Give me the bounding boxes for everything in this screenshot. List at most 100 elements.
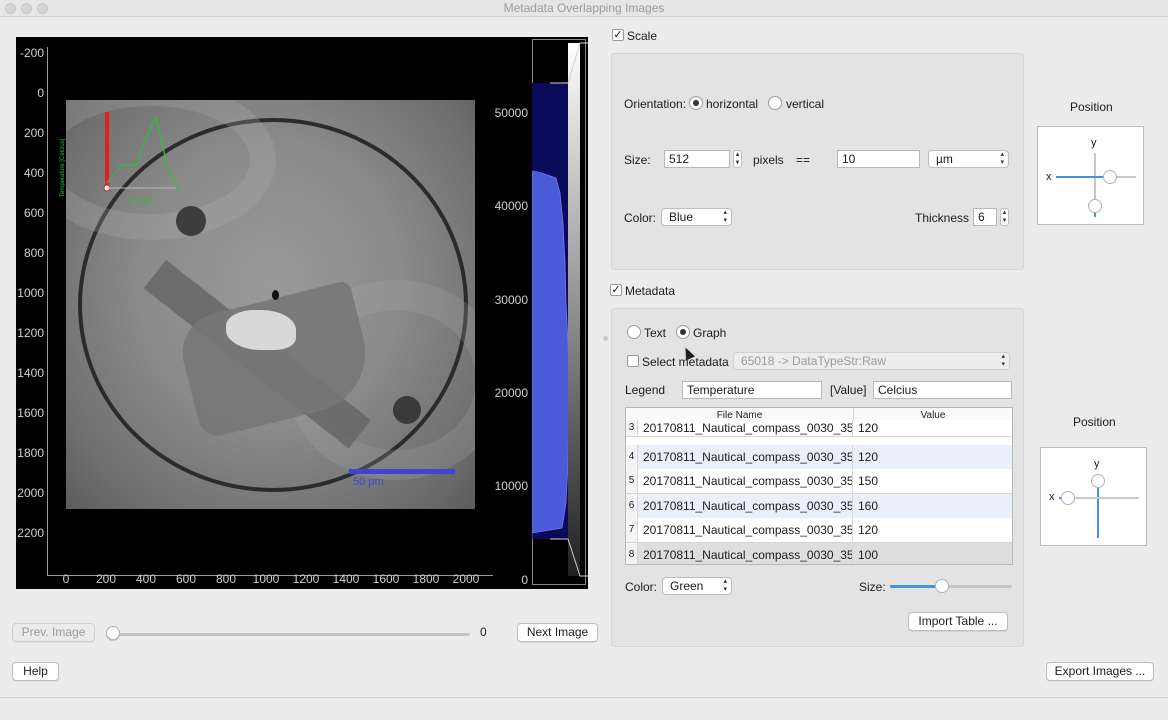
- scale-checkbox[interactable]: ✓: [612, 29, 624, 41]
- scale-pos-x-knob[interactable]: [1103, 170, 1117, 184]
- scale-size-stepper[interactable]: ▲ ▼: [733, 150, 742, 168]
- metadata-table[interactable]: File Name Value 3 20170811_Nautical_compa…: [625, 407, 1013, 565]
- mode-graph-radio[interactable]: [676, 325, 690, 339]
- scale-length-input[interactable]: 10: [837, 150, 920, 168]
- x-tick-label: 800: [215, 572, 237, 586]
- row-index: 3: [626, 420, 638, 436]
- graph-size-slider-knob[interactable]: [935, 579, 950, 593]
- meta-pos-y-knob[interactable]: [1091, 474, 1105, 488]
- scale-size-label: Size:: [624, 153, 651, 167]
- x-tick-label: 1600: [372, 572, 400, 586]
- histogram-tick-label: 50000: [494, 106, 528, 120]
- image-slider-track[interactable]: [112, 633, 470, 636]
- orientation-vertical-label: vertical: [786, 97, 825, 111]
- row-value: 160: [858, 498, 879, 513]
- scale-size-input[interactable]: 512: [664, 150, 730, 168]
- metadata-tag-select[interactable]: 65018 -> DataTypeStr:Raw: [733, 352, 1010, 370]
- zoom-window-icon[interactable]: [37, 3, 48, 14]
- table-row[interactable]: 6 20170811_Nautical_compass_0030_357... 16…: [626, 493, 1012, 519]
- overlay-x-label: Image: [130, 196, 153, 205]
- prev-image-button[interactable]: Prev. Image: [12, 623, 95, 642]
- y-tick-label: 1200: [17, 326, 44, 340]
- table-row[interactable]: 7 20170811_Nautical_compass_0030_357... 12…: [626, 518, 1012, 544]
- scale-position-pad[interactable]: y x: [1037, 126, 1144, 225]
- help-button[interactable]: Help: [12, 662, 59, 681]
- scale-color-label: Color:: [624, 211, 657, 225]
- meta-pos-x-label: x: [1049, 491, 1055, 503]
- minimize-window-icon[interactable]: [21, 3, 32, 14]
- image-view[interactable]: -200 0 200 400 600 800 1000 1200 1400 1600 1800 200…: [16, 37, 530, 589]
- y-tick-label: 200: [23, 126, 44, 140]
- mode-text-radio[interactable]: [627, 325, 641, 339]
- y-tick-label: 800: [23, 246, 44, 260]
- export-images-button[interactable]: Export Images ...: [1046, 662, 1154, 681]
- compass-white-spot: [226, 310, 296, 350]
- scale-position-label: Position: [1070, 100, 1113, 114]
- y-tick-label: 2000: [17, 486, 44, 500]
- close-window-icon[interactable]: [5, 3, 16, 14]
- overlay-series-line: [106, 115, 179, 190]
- row-index: 6: [626, 493, 638, 518]
- y-axis-line: [47, 47, 48, 575]
- table-row[interactable]: 5 20170811_Nautical_compass_0030_356... 15…: [626, 469, 1012, 495]
- x-tick-label: 0: [62, 572, 70, 586]
- metadata-position-label: Position: [1073, 415, 1116, 429]
- splitter-handle[interactable]: [603, 336, 608, 341]
- table-row[interactable]: 8 20170811_Nautical_compass_0030_357... 10…: [626, 543, 1012, 564]
- histogram-tick-label: 20000: [494, 385, 528, 400]
- row-filename: 20170811_Nautical_compass_0030_357...: [643, 543, 853, 564]
- value-unit-input[interactable]: Celcius: [873, 381, 1012, 399]
- overlay-y-axis: [105, 112, 109, 188]
- scale-pos-y-knob[interactable]: [1088, 199, 1102, 213]
- x-tick-label: 1200: [292, 572, 320, 586]
- meta-pos-x-knob[interactable]: [1061, 491, 1075, 505]
- import-table-button[interactable]: Import Table ...: [908, 612, 1008, 631]
- table-row[interactable]: 4 20170811_Nautical_compass_0030_356... 12…: [626, 444, 1012, 470]
- histogram-tick-label: 10000: [494, 479, 528, 494]
- compass-pin: [272, 290, 279, 300]
- row-value: 120: [858, 449, 879, 464]
- y-tick-label: 600: [23, 206, 44, 220]
- select-metadata-checkbox[interactable]: [627, 355, 639, 367]
- y-tick-label: 1800: [17, 446, 44, 460]
- overlay-y-label: Temperature [Celcius]: [60, 138, 66, 197]
- pixels-label: pixels: [753, 153, 784, 167]
- y-tick-label: 1000: [17, 286, 44, 300]
- scale-color-select[interactable]: Blue: [661, 208, 732, 226]
- image-slider-knob[interactable]: [106, 626, 120, 640]
- orientation-horizontal-radio[interactable]: [689, 96, 703, 110]
- scale-pos-x-fill: [1056, 176, 1110, 178]
- metadata-panel: Text Graph Select metadata 65018 -> Data…: [611, 308, 1024, 647]
- row-value: 100: [858, 548, 879, 562]
- x-tick-label: 400: [135, 572, 157, 586]
- thickness-input[interactable]: 6: [973, 208, 997, 226]
- row-filename: 20170811_Nautical_compass_0030_356...: [643, 420, 853, 436]
- mode-text-label: Text: [644, 326, 667, 340]
- title-bar: Metadata Overlapping Images: [0, 0, 1168, 17]
- x-tick-label: 1400: [332, 572, 360, 586]
- meta-pos-y-label: y: [1094, 458, 1100, 470]
- scale-unit-select[interactable]: µm: [928, 150, 1009, 168]
- scale-checkbox-label: Scale: [627, 29, 658, 43]
- x-tick-label: 1000: [252, 572, 280, 586]
- scale-pos-y-label: y: [1091, 137, 1097, 149]
- window-bottom-divider: [0, 697, 1168, 698]
- histogram-panel[interactable]: [530, 37, 588, 589]
- row-value: 120: [858, 523, 879, 538]
- colormap-range-handles[interactable]: [530, 37, 588, 589]
- metadata-position-pad[interactable]: y x: [1040, 447, 1147, 546]
- histogram-tick-label: 0: [521, 572, 528, 587]
- orientation-vertical-radio[interactable]: [768, 96, 782, 110]
- row-filename: 20170811_Nautical_compass_0030_356...: [643, 469, 853, 494]
- scale-pos-x-label: x: [1046, 171, 1052, 183]
- legend-input[interactable]: Temperature: [682, 381, 822, 399]
- y-tick-label: 0: [37, 86, 44, 100]
- table-row[interactable]: 3 20170811_Nautical_compass_0030_356... 12…: [626, 420, 1012, 437]
- orientation-label: Orientation:: [624, 97, 687, 111]
- row-index: 7: [626, 518, 638, 543]
- thickness-stepper[interactable]: ▲ ▼: [1000, 208, 1009, 226]
- row-filename: 20170811_Nautical_compass_0030_357...: [643, 493, 853, 518]
- graph-color-select[interactable]: Green: [662, 577, 732, 595]
- next-image-button[interactable]: Next Image: [517, 623, 598, 642]
- metadata-checkbox[interactable]: ✓: [610, 284, 622, 296]
